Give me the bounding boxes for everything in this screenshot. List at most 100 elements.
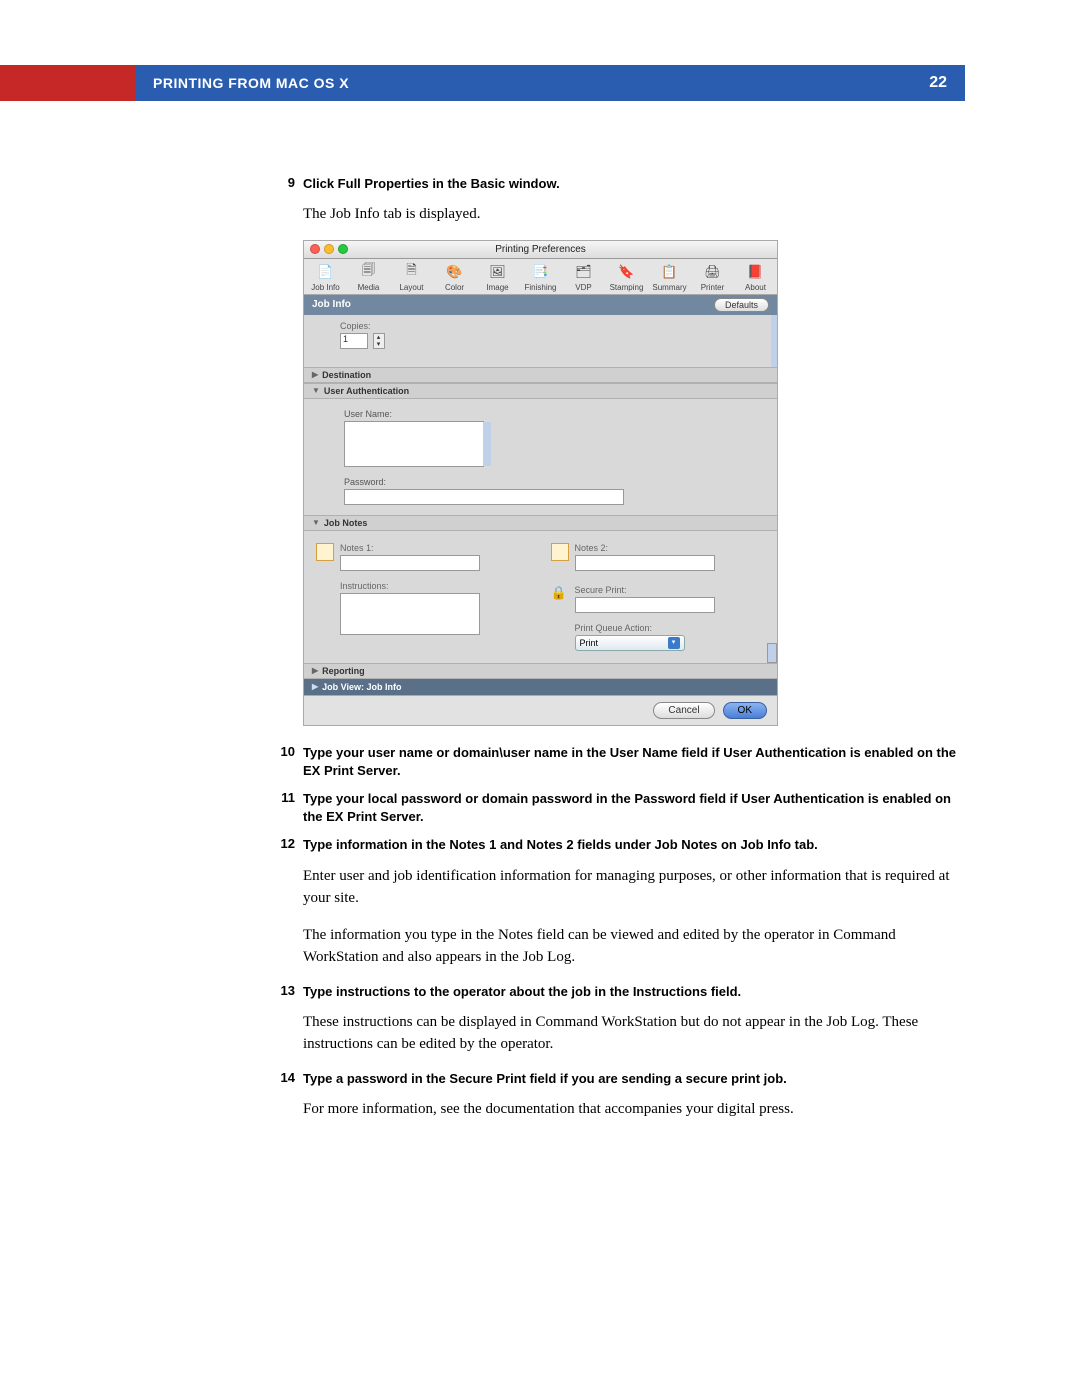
step-9-body: The Job Info tab is displayed. — [303, 203, 968, 226]
step-13-body: These instructions can be displayed in C… — [303, 1011, 968, 1056]
instructions-field[interactable] — [340, 593, 480, 635]
scroll-arrows[interactable] — [767, 643, 777, 663]
tab-color[interactable]: 🎨Color — [433, 259, 476, 294]
close-icon[interactable] — [310, 244, 320, 254]
tab-printer[interactable]: 🖨Printer — [691, 259, 734, 294]
step-12-body1: Enter user and job identification inform… — [303, 865, 968, 910]
printing-preferences-screenshot: Printing Preferences 📄Job Info 🗐Media 🗎L… — [303, 240, 778, 726]
triangle-down-icon: ▼ — [312, 386, 320, 395]
defaults-button[interactable]: Defaults — [714, 298, 769, 312]
username-field[interactable] — [344, 421, 484, 467]
left-red-column — [0, 65, 135, 101]
scrollbar[interactable] — [771, 315, 777, 367]
page-header: PRINTING FROM MAC OS X 22 — [135, 65, 965, 101]
job-notes-panel: Notes 1: Instructions: Notes 2: — [304, 531, 777, 663]
vdp-icon: 🗂 — [575, 263, 593, 281]
step-number: 13 — [268, 983, 295, 1001]
step-14: 14 Type a password in the Secure Print f… — [268, 1070, 968, 1088]
triangle-right-icon: ▶ — [312, 682, 318, 691]
tab-layout[interactable]: 🗎Layout — [390, 259, 433, 294]
header-title: PRINTING FROM MAC OS X — [153, 75, 349, 91]
step-9: 9 Click Full Properties in the Basic win… — [268, 175, 968, 193]
tab-vdp[interactable]: 🗂VDP — [562, 259, 605, 294]
step-number: 9 — [268, 175, 295, 193]
stamping-icon: 🔖 — [618, 263, 636, 281]
job-info-section-header: Job Info Defaults — [304, 295, 777, 315]
step-heading: Type your user name or domain\user name … — [303, 744, 968, 780]
finishing-icon: 📑 — [532, 263, 550, 281]
color-icon: 🎨 — [446, 263, 464, 281]
step-12: 12 Type information in the Notes 1 and N… — [268, 836, 968, 854]
dialog-footer: Cancel OK — [304, 695, 777, 725]
toolbar: 📄Job Info 🗐Media 🗎Layout 🎨Color 🖼Image 📑… — [304, 259, 777, 295]
copies-stepper[interactable]: ▴▾ — [373, 333, 385, 349]
tab-stamping[interactable]: 🔖Stamping — [605, 259, 648, 294]
section-title: Job Info — [312, 299, 351, 310]
step-13: 13 Type instructions to the operator abo… — [268, 983, 968, 1001]
printer-icon: 🖨 — [704, 263, 722, 281]
step-heading: Click Full Properties in the Basic windo… — [303, 175, 968, 193]
zoom-icon[interactable] — [338, 244, 348, 254]
notes1-field[interactable] — [340, 555, 480, 571]
step-10: 10 Type your user name or domain\user na… — [268, 744, 968, 780]
layout-icon: 🗎 — [403, 263, 421, 281]
tab-summary[interactable]: 📋Summary — [648, 259, 691, 294]
password-field[interactable] — [344, 489, 624, 505]
media-icon: 🗐 — [360, 263, 378, 281]
instructions-label: Instructions: — [340, 581, 480, 591]
step-number: 12 — [268, 836, 295, 854]
step-11: 11 Type your local password or domain pa… — [268, 790, 968, 826]
window-title: Printing Preferences — [495, 244, 586, 255]
user-auth-panel: User Name: Password: — [304, 399, 777, 515]
tab-about[interactable]: 📕About — [734, 259, 777, 294]
destination-section[interactable]: ▶ Destination — [304, 367, 777, 383]
dropdown-arrow-icon: ▾ — [668, 637, 680, 649]
secure-print-label: Secure Print: — [575, 585, 715, 595]
step-heading: Type your local password or domain passw… — [303, 790, 968, 826]
tab-media[interactable]: 🗐Media — [347, 259, 390, 294]
window-titlebar: Printing Preferences — [304, 241, 777, 259]
print-queue-action-dropdown[interactable]: Print ▾ — [575, 635, 685, 651]
reporting-section[interactable]: ▶ Reporting — [304, 663, 777, 679]
triangle-down-icon: ▼ — [312, 518, 320, 527]
image-icon: 🖼 — [489, 263, 507, 281]
page-icon: 📄 — [317, 263, 335, 281]
tab-job-info[interactable]: 📄Job Info — [304, 259, 347, 294]
triangle-right-icon: ▶ — [312, 370, 318, 379]
step-number: 14 — [268, 1070, 295, 1088]
notes1-label: Notes 1: — [340, 543, 480, 553]
lock-icon: 🔒 — [551, 585, 569, 603]
username-label: User Name: — [344, 409, 747, 419]
step-14-body: For more information, see the documentat… — [303, 1098, 968, 1121]
page-content: 9 Click Full Properties in the Basic win… — [268, 175, 968, 1135]
note-icon — [316, 543, 334, 561]
traffic-lights — [310, 244, 348, 254]
triangle-right-icon: ▶ — [312, 666, 318, 675]
step-heading: Type information in the Notes 1 and Note… — [303, 836, 968, 854]
minimize-icon[interactable] — [324, 244, 334, 254]
notes2-label: Notes 2: — [575, 543, 715, 553]
password-label: Password: — [344, 477, 747, 487]
step-number: 10 — [268, 744, 295, 780]
copies-input[interactable]: 1 — [340, 333, 368, 349]
print-queue-action-label: Print Queue Action: — [575, 623, 715, 633]
tab-finishing[interactable]: 📑Finishing — [519, 259, 562, 294]
secure-print-field[interactable] — [575, 597, 715, 613]
step-number: 11 — [268, 790, 295, 826]
tab-image[interactable]: 🖼Image — [476, 259, 519, 294]
cancel-button[interactable]: Cancel — [653, 702, 714, 719]
copies-label: Copies: — [340, 321, 747, 331]
summary-icon: 📋 — [661, 263, 679, 281]
job-view-section[interactable]: ▶ Job View: Job Info — [304, 679, 777, 695]
copies-panel: Copies: 1 ▴▾ — [304, 315, 777, 367]
step-12-body2: The information you type in the Notes fi… — [303, 924, 968, 969]
page-number: 22 — [929, 74, 947, 92]
note-icon — [551, 543, 569, 561]
about-icon: 📕 — [747, 263, 765, 281]
user-auth-section[interactable]: ▼ User Authentication — [304, 383, 777, 399]
job-notes-section[interactable]: ▼ Job Notes — [304, 515, 777, 531]
step-heading: Type a password in the Secure Print fiel… — [303, 1070, 968, 1088]
notes2-field[interactable] — [575, 555, 715, 571]
step-heading: Type instructions to the operator about … — [303, 983, 968, 1001]
ok-button[interactable]: OK — [723, 702, 767, 719]
